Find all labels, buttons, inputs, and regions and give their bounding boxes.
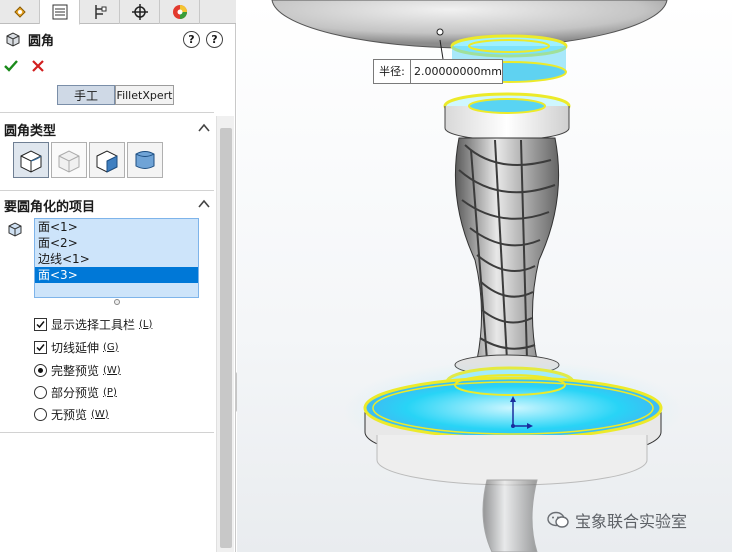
shortcut-key: (W) xyxy=(91,408,109,420)
tab-feature-manager[interactable] xyxy=(0,0,40,24)
list-item-selected[interactable]: 面<3> xyxy=(35,267,198,283)
full-preview-option[interactable]: 完整预览 (W) xyxy=(34,361,121,379)
scrollbar-thumb[interactable] xyxy=(220,128,232,548)
property-manager-panel: 圆角 ? ? 手工 FilletXpert 圆角类型 要圆角化的项目 面<1> … xyxy=(0,0,236,552)
variable-radius-fillet-button[interactable] xyxy=(51,142,87,178)
tab-display-manager[interactable] xyxy=(160,0,200,24)
page-title: 圆角 xyxy=(28,33,55,49)
radius-callout[interactable]: 半径: 2.00000000mm xyxy=(373,59,503,84)
collapse-chevron-up-icon[interactable] xyxy=(197,197,211,211)
dimxpert-icon xyxy=(131,4,148,20)
property-manager-icon xyxy=(52,4,67,20)
full-round-fillet-button[interactable] xyxy=(127,142,163,178)
full-preview-label: 完整预览 xyxy=(51,363,100,378)
shortcut-key: (W) xyxy=(103,364,121,376)
constant-radius-fillet-button[interactable] xyxy=(13,142,49,178)
variable-radius-fillet-icon xyxy=(58,150,80,173)
help-icon[interactable]: ? xyxy=(206,31,223,48)
edges-faces-selection-icon xyxy=(8,222,22,237)
configuration-manager-icon xyxy=(94,5,106,19)
section-divider xyxy=(0,190,214,191)
list-resize-handle[interactable] xyxy=(114,299,120,305)
face-fillet-button[interactable] xyxy=(89,142,125,178)
cancel-x-icon[interactable] xyxy=(30,58,46,74)
show-selection-toolbar-checkbox[interactable] xyxy=(34,317,47,331)
display-manager-icon xyxy=(172,5,187,19)
panel-scrollbar[interactable] xyxy=(216,116,234,552)
show-selection-toolbar-option[interactable]: 显示选择工具栏 (L) xyxy=(34,315,152,333)
no-preview-option[interactable]: 无预览 (W) xyxy=(34,405,109,423)
tangent-propagation-option[interactable]: 切线延伸 (G) xyxy=(34,338,119,356)
full-preview-radio[interactable] xyxy=(34,363,47,377)
tab-dimxpert-manager[interactable] xyxy=(120,0,160,24)
shortcut-key: (L) xyxy=(139,318,153,330)
tab-configuration-manager[interactable] xyxy=(80,0,120,24)
items-to-fillet-list[interactable]: 面<1> 面<2> 边线<1> 面<3> xyxy=(34,218,199,298)
tab-property-manager[interactable] xyxy=(40,0,80,25)
collapse-chevron-up-icon[interactable] xyxy=(197,121,211,135)
show-selection-toolbar-label: 显示选择工具栏 xyxy=(51,317,136,332)
radius-callout-label: 半径: xyxy=(374,60,411,83)
fillet-type-section-title: 圆角类型 xyxy=(4,124,57,139)
watermark-text: 宝象联合实验室 xyxy=(575,512,688,531)
manual-mode-button[interactable]: 手工 xyxy=(57,85,115,105)
tangent-propagation-checkbox[interactable] xyxy=(34,340,47,354)
graphics-area[interactable]: 半径: 2.00000000mm 宝象联合实验室 xyxy=(237,0,732,552)
constant-radius-fillet-icon xyxy=(20,150,42,173)
fillet-feature-icon xyxy=(6,32,20,47)
items-to-fillet-section-title: 要圆角化的项目 xyxy=(4,200,96,215)
tangent-propagation-label: 切线延伸 xyxy=(51,340,100,355)
wechat-icon xyxy=(547,511,569,528)
filletxpert-mode-button[interactable]: FilletXpert xyxy=(115,85,174,105)
radius-callout-value[interactable]: 2.00000000mm xyxy=(411,65,502,78)
shortcut-key: (G) xyxy=(103,341,119,353)
no-preview-label: 无预览 xyxy=(51,407,88,422)
manager-tab-bar xyxy=(0,0,236,25)
section-divider xyxy=(0,432,214,433)
ok-check-icon[interactable] xyxy=(3,58,19,74)
partial-preview-option[interactable]: 部分预览 (P) xyxy=(34,383,117,401)
partial-preview-radio[interactable] xyxy=(34,385,47,399)
section-divider xyxy=(0,112,214,113)
full-round-fillet-icon xyxy=(135,151,155,169)
list-item[interactable]: 面<1> xyxy=(35,219,198,235)
list-item[interactable]: 边线<1> xyxy=(35,251,198,267)
no-preview-radio[interactable] xyxy=(34,407,47,421)
feature-manager-icon xyxy=(13,6,26,18)
partial-preview-label: 部分预览 xyxy=(51,385,100,400)
whats-wrong-help-icon[interactable]: ? xyxy=(183,31,200,48)
checkmark-icon xyxy=(36,320,45,328)
watermark: 宝象联合实验室 xyxy=(547,508,687,532)
list-item[interactable]: 面<2> xyxy=(35,235,198,251)
shortcut-key: (P) xyxy=(103,386,117,398)
checkmark-icon xyxy=(36,343,45,351)
feature-header: 圆角 xyxy=(4,29,54,49)
face-fillet-icon xyxy=(96,150,118,173)
